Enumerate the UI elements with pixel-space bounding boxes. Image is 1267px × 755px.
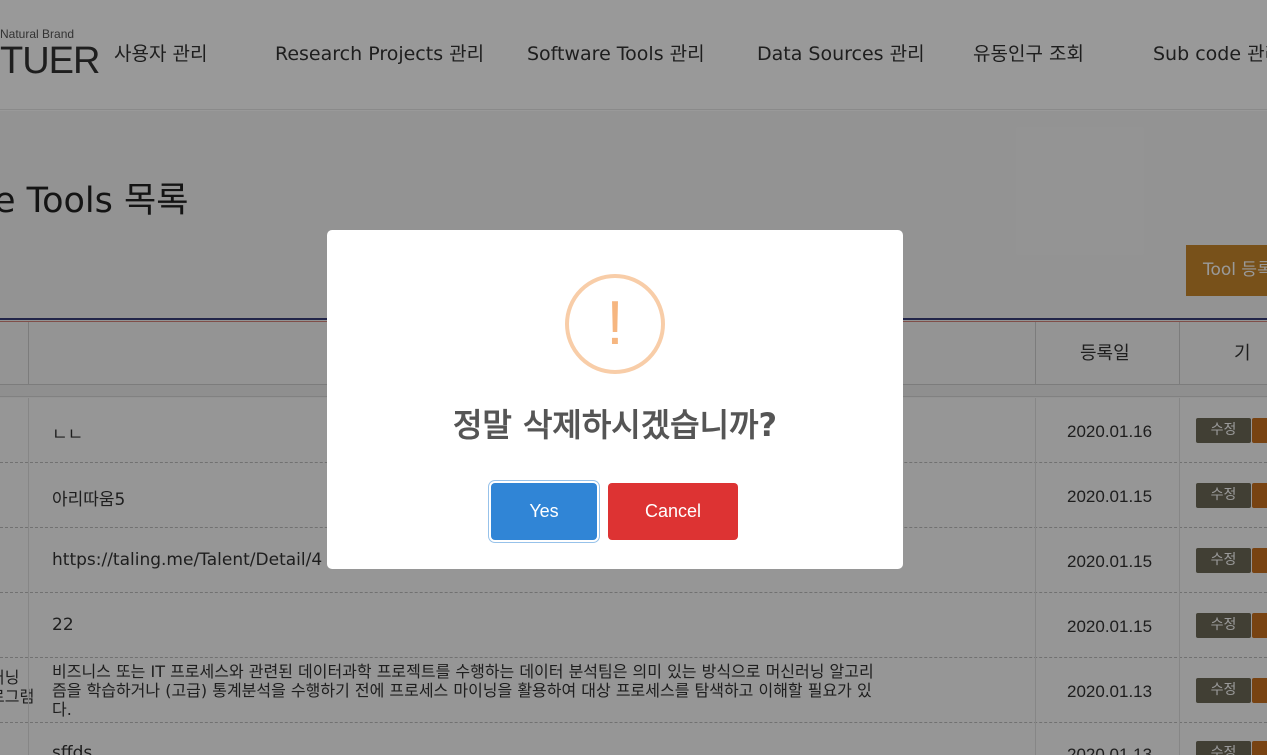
confirm-yes-button[interactable]: Yes bbox=[491, 483, 597, 540]
cancel-button[interactable]: Cancel bbox=[608, 483, 738, 540]
exclamation-glyph: ! bbox=[606, 289, 624, 358]
warning-icon: ! bbox=[565, 274, 665, 374]
dialog-title: 정말 삭제하시겠습니까? bbox=[452, 406, 778, 444]
confirm-delete-dialog: ! 정말 삭제하시겠습니까? Yes Cancel bbox=[327, 230, 903, 569]
